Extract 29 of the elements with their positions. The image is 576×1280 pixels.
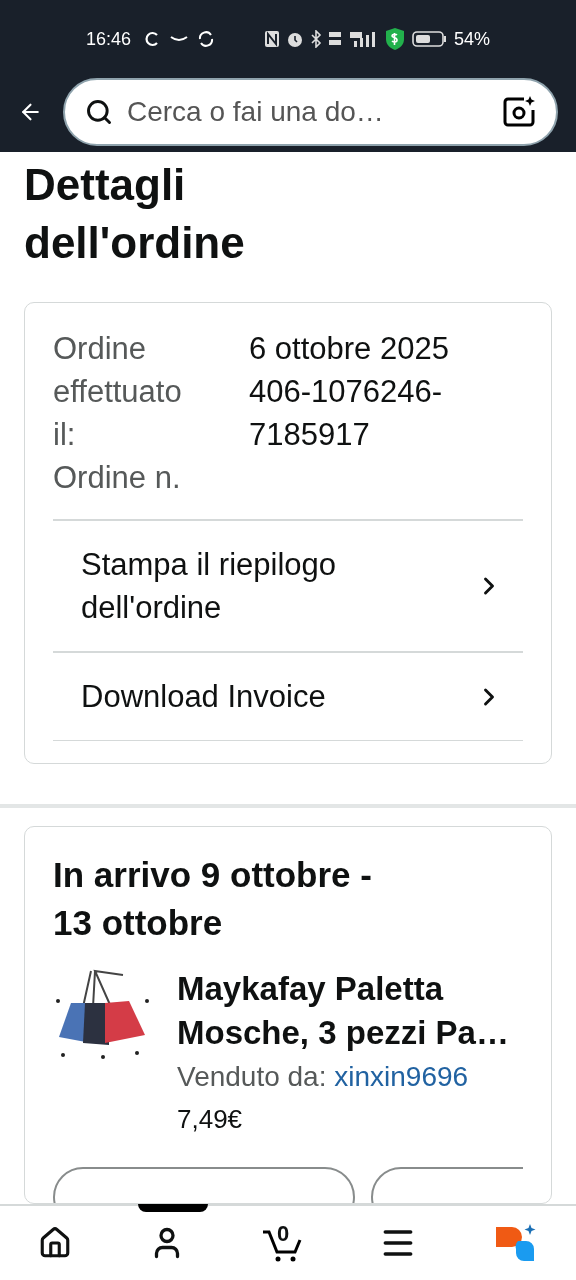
- refresh-icon: [197, 30, 216, 48]
- search-bar[interactable]: Cerca o fai una do…: [63, 78, 558, 146]
- battery-percent: 54%: [453, 27, 490, 51]
- seller-label: Venduto da:: [177, 1061, 328, 1092]
- page-title: Dettagli dell'ordine: [24, 159, 246, 269]
- battery-icon: [411, 30, 448, 48]
- signal-icon: [347, 30, 378, 48]
- search-field[interactable]: Cerca o fai una do…: [127, 91, 488, 133]
- assistant-icon[interactable]: [493, 1223, 538, 1263]
- status-time: 16:46: [86, 27, 132, 51]
- drag-handle: [138, 1204, 208, 1212]
- product-title[interactable]: Maykafay Paletta Mosche, 3 pezzi Pa…: [177, 967, 523, 1055]
- shield-icon: [383, 27, 406, 51]
- order-action-link[interactable]: Stampa il riepilogo dell'ordine: [53, 519, 523, 651]
- order-label: Ordine effettuato il:: [53, 330, 183, 454]
- seller-link[interactable]: xinxin9696: [334, 1061, 469, 1092]
- product-price: 7,49€: [177, 1103, 244, 1136]
- alarm-icon: [285, 30, 304, 48]
- cart-button[interactable]: 0: [260, 1223, 303, 1263]
- nfc-icon: [263, 30, 280, 48]
- camera-icon[interactable]: [502, 95, 536, 129]
- order-date: 6 ottobre 2025: [249, 330, 450, 368]
- order-action-link[interactable]: Download Invoice: [53, 651, 523, 741]
- bluetooth-icon: [309, 30, 322, 48]
- order-number: 406-1076246-7185917: [249, 373, 444, 454]
- order-label: Ordine n.: [53, 459, 182, 497]
- delivery-heading: In arrivo 9 ottobre - 13 ottobre: [53, 854, 373, 944]
- search-icon: [85, 98, 113, 126]
- cart-count: 0: [276, 1220, 290, 1248]
